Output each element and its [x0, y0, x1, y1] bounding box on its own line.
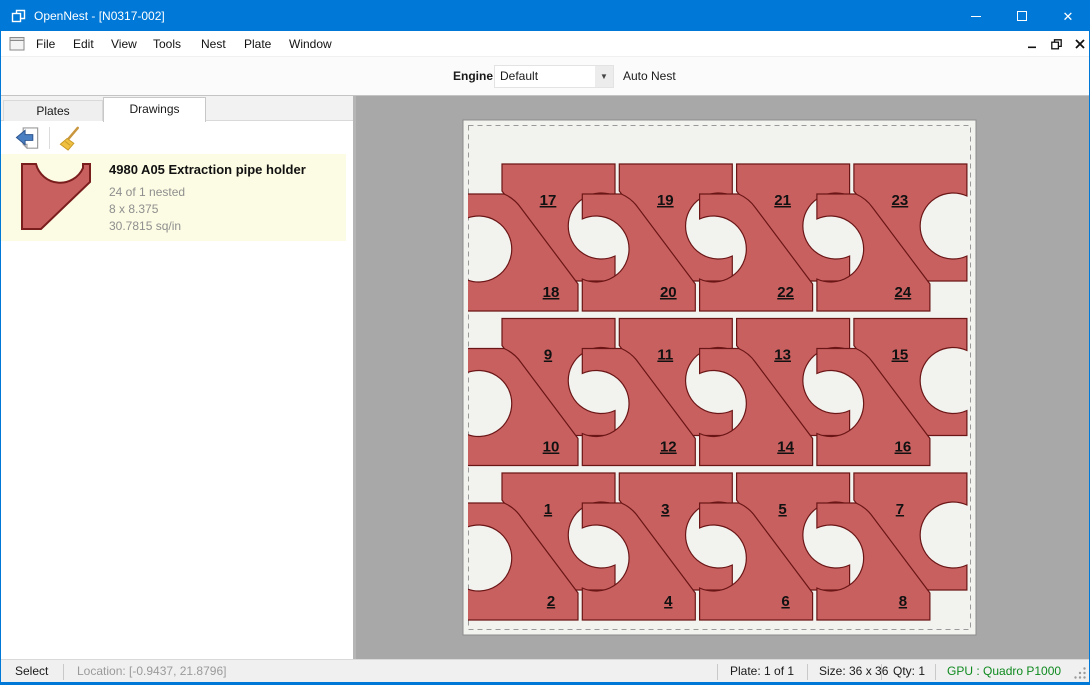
part-number-label: 21	[774, 192, 791, 209]
status-separator	[881, 664, 882, 680]
window-title: OpenNest - [N0317-002]	[34, 1, 165, 31]
mdi-restore-button[interactable]	[1047, 36, 1065, 52]
app-window: OpenNest - [N0317-002] ✕ File Edit View …	[0, 0, 1090, 685]
maximize-button[interactable]	[999, 1, 1045, 31]
mdi-restore-icon	[1051, 39, 1062, 50]
part-number-label: 9	[544, 347, 552, 364]
document-system-icon[interactable]	[9, 36, 26, 52]
menu-window[interactable]: Window	[289, 31, 332, 57]
close-icon: ✕	[1063, 10, 1074, 23]
drawing-nested-count: 24 of 1 nested	[109, 185, 185, 199]
part-number-label: 8	[899, 593, 907, 610]
send-back-button[interactable]	[13, 125, 43, 152]
part-number-label: 16	[895, 439, 912, 456]
part-number-label: 10	[543, 439, 560, 456]
part-number-label: 13	[774, 347, 791, 364]
part-number-label: 3	[661, 501, 669, 518]
tab-drawings[interactable]: Drawings	[103, 97, 206, 122]
status-separator	[63, 664, 64, 680]
part-number-label: 4	[664, 593, 673, 610]
menu-file[interactable]: File	[36, 31, 55, 57]
part-number-label: 24	[895, 284, 912, 301]
side-panel: Plates Drawings 4980 A05 Extraction pipe…	[1, 96, 353, 659]
part-number-label: 20	[660, 284, 677, 301]
minimize-icon	[971, 16, 981, 17]
menu-nest[interactable]: Nest	[201, 31, 226, 57]
status-separator	[935, 664, 936, 680]
mdi-minimize-button[interactable]	[1023, 36, 1041, 52]
part-number-label: 23	[892, 192, 909, 209]
panel-toolbar-separator	[49, 127, 50, 149]
tab-plates[interactable]: Plates	[3, 100, 103, 121]
status-separator	[717, 664, 718, 680]
status-location: Location: [-0.9437, 21.8796]	[77, 660, 226, 683]
chevron-down-icon[interactable]: ▼	[595, 66, 613, 87]
menu-edit[interactable]: Edit	[73, 31, 94, 57]
part-number-label: 19	[657, 192, 674, 209]
main-toolbar: Engine: Default ▼ Auto Nest	[1, 57, 1089, 96]
mdi-close-button[interactable]	[1071, 36, 1089, 52]
status-size: Size: 36 x 36	[819, 660, 888, 683]
part-number-label: 5	[778, 501, 786, 518]
status-gpu: GPU : Quadro P1000	[947, 660, 1061, 683]
mdi-close-icon	[1075, 39, 1085, 49]
part-number-label: 22	[777, 284, 794, 301]
nest-plate-view: 171819202122232491011121314151612345678	[356, 96, 1090, 659]
menu-bar: File Edit View Tools Nest Plate Window	[1, 31, 1089, 57]
part-number-label: 18	[543, 284, 560, 301]
menu-tools[interactable]: Tools	[153, 31, 181, 57]
nest-canvas[interactable]: 171819202122232491011121314151612345678	[356, 96, 1090, 659]
part-number-label: 6	[781, 593, 789, 610]
minimize-button[interactable]	[953, 1, 999, 31]
drawing-area: 30.7815 sq/in	[109, 219, 181, 233]
part-number-label: 1	[544, 501, 552, 518]
resize-grip[interactable]	[1073, 666, 1087, 680]
status-mode: Select	[15, 660, 48, 683]
part-number-label: 7	[896, 501, 904, 518]
app-icon	[11, 9, 26, 24]
part-thumbnail	[21, 163, 96, 231]
drawing-title: 4980 A05 Extraction pipe holder	[109, 162, 306, 177]
clean-broom-button[interactable]	[55, 125, 85, 152]
engine-label: Engine:	[453, 57, 497, 96]
status-separator	[807, 664, 808, 680]
tab-strip: Plates Drawings	[1, 96, 353, 121]
part-number-label: 12	[660, 439, 677, 456]
close-button[interactable]: ✕	[1045, 1, 1090, 31]
part-number-label: 14	[777, 439, 794, 456]
status-bar: Select Location: [-0.9437, 21.8796] Plat…	[1, 659, 1089, 683]
mdi-minimize-icon	[1028, 40, 1037, 49]
title-bar: OpenNest - [N0317-002] ✕	[1, 1, 1089, 31]
status-qty: Qty: 1	[893, 660, 925, 683]
part-number-label: 15	[892, 347, 909, 364]
status-plate: Plate: 1 of 1	[730, 660, 794, 683]
part-number-label: 11	[657, 347, 673, 364]
engine-select[interactable]: Default ▼	[494, 65, 614, 88]
auto-nest-button[interactable]: Auto Nest	[623, 57, 676, 96]
drawing-list-item[interactable]: 4980 A05 Extraction pipe holder 24 of 1 …	[1, 154, 346, 241]
engine-selected-value: Default	[500, 66, 538, 87]
menu-plate[interactable]: Plate	[244, 31, 271, 57]
maximize-icon	[1017, 11, 1027, 21]
part-number-label: 17	[540, 192, 557, 209]
drawing-size: 8 x 8.375	[109, 202, 158, 216]
menu-view[interactable]: View	[111, 31, 137, 57]
part-number-label: 2	[547, 593, 555, 610]
